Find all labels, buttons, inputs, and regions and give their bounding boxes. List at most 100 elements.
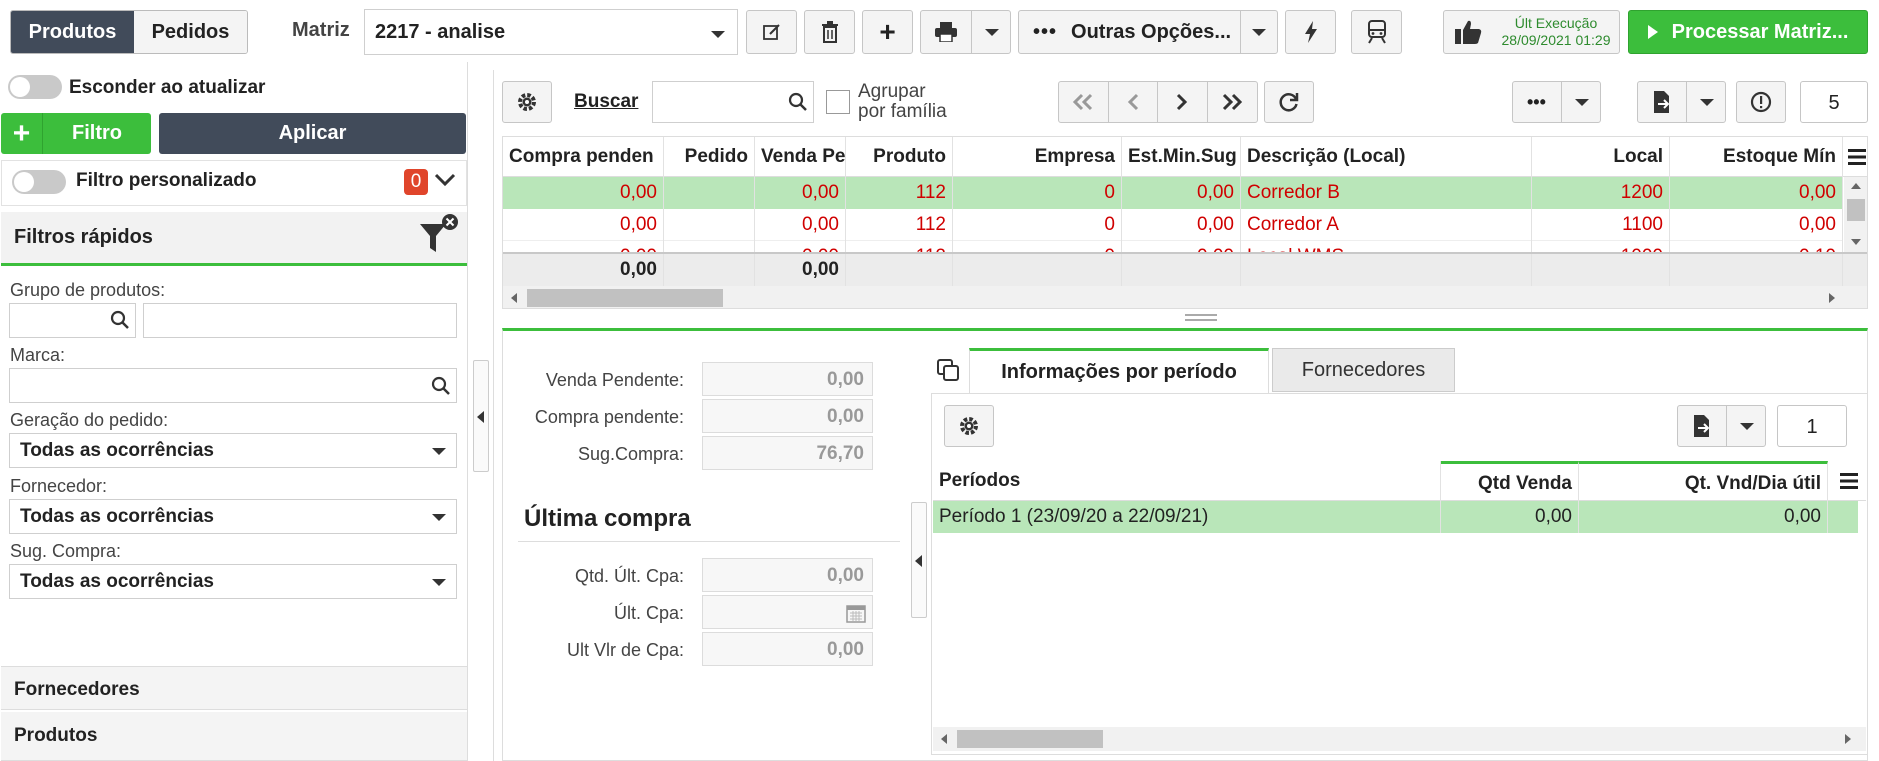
periodo-settings-button[interactable] xyxy=(944,405,994,447)
matriz-value: 2217 - analise xyxy=(375,20,506,43)
info-button[interactable] xyxy=(1736,81,1786,123)
column-header[interactable]: Venda Pe xyxy=(755,137,846,177)
filtro-count-badge: 0 xyxy=(404,169,428,195)
delete-button[interactable] xyxy=(804,10,855,54)
copy-icon[interactable] xyxy=(936,358,960,382)
geracao-label: Geração do pedido: xyxy=(10,410,169,430)
search-icon[interactable] xyxy=(431,376,451,396)
tab-produtos[interactable]: Produtos xyxy=(11,11,134,53)
tab-pedidos[interactable]: Pedidos xyxy=(134,11,247,53)
next-page-button[interactable] xyxy=(1158,82,1208,122)
grupo-desc-input[interactable] xyxy=(143,303,457,338)
prev-page-button[interactable] xyxy=(1109,82,1158,122)
chevron-down-icon xyxy=(1252,29,1266,36)
search-icon[interactable] xyxy=(788,92,808,112)
last-page-button[interactable] xyxy=(1208,82,1258,122)
train-button[interactable] xyxy=(1351,10,1402,54)
ult-execucao-date: 28/09/2021 01:29 xyxy=(1501,32,1611,48)
chevron-down-icon xyxy=(711,31,725,38)
venda-pendente-value: 0,00 xyxy=(702,362,873,396)
column-header[interactable]: Produto xyxy=(846,137,953,177)
edit-button[interactable] xyxy=(746,10,797,54)
column-header[interactable]: Local xyxy=(1532,137,1670,177)
filtros-rapidos-label: Filtros rápidos xyxy=(14,226,153,248)
ult-cpa-date-field xyxy=(702,595,873,629)
print-button[interactable] xyxy=(920,10,1011,54)
filtro-button[interactable]: + Filtro xyxy=(1,113,151,154)
chevron-down-icon[interactable] xyxy=(434,172,456,188)
sug-compra-value: 76,70 xyxy=(702,436,873,470)
sidebar-collapse-handle[interactable] xyxy=(473,360,489,472)
buscar-link[interactable]: Buscar xyxy=(574,91,638,113)
fornecedor-select[interactable]: Todas as ocorrências xyxy=(9,499,457,534)
compra-pendente-label: Compra pendente: xyxy=(534,407,684,427)
column-header[interactable]: Empresa xyxy=(953,137,1122,177)
agrupar-label: Agrupar por família xyxy=(858,81,947,122)
lightning-icon xyxy=(1304,21,1317,43)
calendar-icon xyxy=(846,605,866,623)
column-menu-icon[interactable] xyxy=(1847,148,1867,166)
search-icon[interactable] xyxy=(110,310,130,330)
periodo-horizontal-scrollbar[interactable] xyxy=(933,727,1866,751)
column-header[interactable]: Descrição (Local) xyxy=(1241,137,1532,177)
matriz-select[interactable]: 2217 - analise xyxy=(364,9,738,55)
horizontal-splitter[interactable] xyxy=(502,311,1868,327)
detail-collapse-handle[interactable] xyxy=(911,502,927,618)
chevron-down-icon xyxy=(1740,423,1754,430)
grupo-label: Grupo de produtos: xyxy=(10,280,166,300)
chevron-down-icon xyxy=(432,579,446,586)
ult-vlr-cpa-value: 0,00 xyxy=(702,632,873,666)
flash-button[interactable] xyxy=(1285,10,1336,54)
ult-execucao-button[interactable]: Últ Execução 28/09/2021 01:29 xyxy=(1443,10,1620,54)
first-page-button[interactable] xyxy=(1059,82,1109,122)
column-header[interactable]: Períodos xyxy=(933,461,1441,501)
geracao-select[interactable]: Todas as ocorrências xyxy=(9,433,457,468)
sug-compra-select[interactable]: Todas as ocorrências xyxy=(9,564,457,599)
chevron-right-icon xyxy=(1177,93,1188,111)
processar-matriz-button[interactable]: Processar Matriz... xyxy=(1628,10,1868,54)
table-row[interactable]: 0,00 0,00 112 0 0,00 Corredor A 1100 0,0… xyxy=(503,209,1843,241)
periodo-page-count[interactable]: 1 xyxy=(1777,405,1847,447)
column-header[interactable]: Estoque Mín xyxy=(1670,137,1843,177)
settings-button[interactable] xyxy=(502,81,552,123)
filtro-personalizado-toggle[interactable] xyxy=(12,170,66,194)
tab-informacoes-periodo[interactable]: Informações por período xyxy=(969,348,1269,394)
chevron-down-icon xyxy=(1700,99,1714,106)
export-button[interactable] xyxy=(1637,81,1726,123)
outras-opcoes-button[interactable]: ••• Outras Opções... xyxy=(1018,10,1278,54)
fornecedor-label: Fornecedor: xyxy=(10,476,108,496)
marca-input[interactable] xyxy=(9,368,457,403)
trash-icon xyxy=(821,21,838,43)
esconder-toggle[interactable] xyxy=(8,75,62,99)
ult-cpa-label: Últ. Cpa: xyxy=(613,603,684,623)
main-tabs: Produtos Pedidos xyxy=(10,10,248,54)
agrupar-checkbox[interactable] xyxy=(826,90,850,114)
column-header[interactable]: Qtd Venda xyxy=(1441,461,1579,501)
ultima-compra-divider xyxy=(518,541,900,542)
main-grid: Compra penden Pedido Venda Pe Produto Em… xyxy=(502,136,1868,309)
table-row[interactable]: 0,00 0,00 112 0 0,00 Corredor B 1200 0,0… xyxy=(503,177,1843,209)
aplicar-button[interactable]: Aplicar xyxy=(159,113,466,154)
thumbs-up-icon xyxy=(1455,20,1482,44)
column-header[interactable]: Compra penden xyxy=(503,137,664,177)
play-icon xyxy=(1647,25,1658,39)
column-header[interactable]: Est.Min.Sug xyxy=(1122,137,1241,177)
periodo-export-button[interactable] xyxy=(1677,405,1766,447)
grid-page-count[interactable]: 5 xyxy=(1800,81,1868,123)
refresh-icon xyxy=(1279,93,1299,112)
esconder-label: Esconder ao atualizar xyxy=(69,77,266,98)
grid-vertical-scrollbar[interactable] xyxy=(1844,177,1867,252)
clear-filter-icon[interactable] xyxy=(418,212,460,254)
column-header[interactable]: Pedido xyxy=(664,137,755,177)
grid-horizontal-scrollbar[interactable] xyxy=(503,286,1867,308)
table-row[interactable]: Período 1 (23/09/20 a 22/09/21) 0,00 0,0… xyxy=(933,501,1858,533)
train-icon xyxy=(1367,20,1386,44)
refresh-button[interactable] xyxy=(1264,81,1314,123)
grid-header: Compra penden Pedido Venda Pe Produto Em… xyxy=(503,137,1867,177)
column-header[interactable]: Qt. Vnd/Dia útil xyxy=(1579,461,1828,501)
alert-circle-icon xyxy=(1750,91,1772,113)
column-menu-icon[interactable] xyxy=(1839,472,1859,490)
tab-fornecedores[interactable]: Fornecedores xyxy=(1272,348,1455,392)
grid-more-button[interactable]: ••• xyxy=(1512,81,1601,123)
add-button[interactable]: + xyxy=(862,10,913,54)
